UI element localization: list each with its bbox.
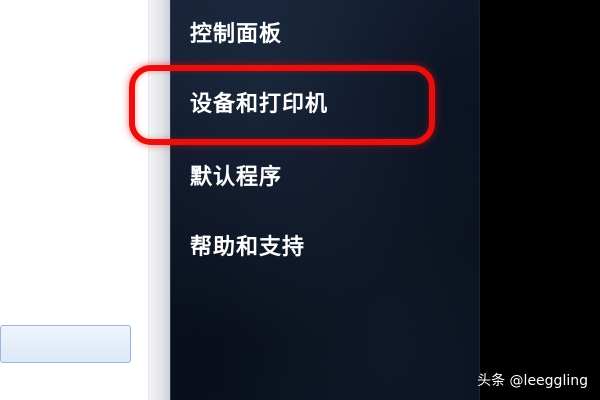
menu-item-default-programs[interactable]: 默认程序 — [190, 164, 282, 192]
menu-item-control-panel[interactable]: 控制面板 — [190, 21, 282, 49]
watermark-text: 头条 @leeggling — [477, 373, 588, 389]
pane-divider — [148, 0, 171, 400]
selected-program-item[interactable] — [0, 325, 131, 363]
start-menu-right-pane — [170, 0, 480, 400]
program-list-pane — [0, 0, 148, 400]
highlight-annotation-ring — [129, 65, 435, 145]
menu-item-help-and-support[interactable]: 帮助和支持 — [190, 234, 305, 262]
desktop-background — [480, 0, 600, 400]
